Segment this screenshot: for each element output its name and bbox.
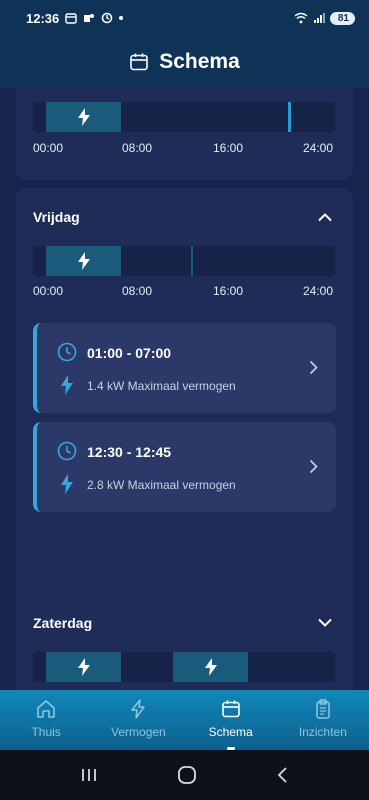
slot-time-range: 01:00 - 07:00 <box>87 345 172 361</box>
day-card-saturday: Zaterdag <box>16 595 353 690</box>
timeline-bar <box>33 246 335 276</box>
status-bar: 12:36 81 <box>0 0 369 36</box>
nav-item-inzichten[interactable]: Inzichten <box>277 690 369 750</box>
schedule-slot[interactable]: 12:30 - 12:45 2.8 kW Maximaal vermogen <box>33 422 336 512</box>
bolt-icon <box>61 375 73 395</box>
status-time: 12:36 <box>26 10 60 26</box>
battery-indicator: 81 <box>329 11 355 25</box>
bolt-icon <box>77 658 90 676</box>
teams-notification-icon <box>84 14 95 22</box>
timeline-marker <box>288 102 291 132</box>
day-title: Zaterdag <box>33 615 93 631</box>
slot-time-range: 12:30 - 12:45 <box>87 444 172 460</box>
back-icon[interactable] <box>276 766 290 784</box>
timeline-segment <box>46 246 121 276</box>
nav-item-thuis[interactable]: Thuis <box>0 690 92 750</box>
timeline-segment <box>46 652 121 682</box>
bolt-icon <box>61 474 73 494</box>
bolt-icon <box>131 699 146 719</box>
slot-power: 2.8 kW Maximaal vermogen <box>87 478 236 492</box>
calendar-icon <box>221 700 240 718</box>
home-icon <box>37 700 55 718</box>
nav-label: Inzichten <box>298 725 347 739</box>
chevron-up-icon[interactable] <box>317 212 333 222</box>
nav-label: Thuis <box>31 725 61 739</box>
timeline-marker <box>191 246 193 276</box>
timeline-segment <box>173 652 248 682</box>
timeline-bar <box>33 102 335 132</box>
timeline-labels: 00:00 08:00 16:00 24:00 <box>33 141 334 155</box>
notification-dot <box>119 16 124 20</box>
bottom-navigation: Thuis Vermogen Schema Inzichten <box>0 690 369 750</box>
calendar-icon <box>130 53 149 71</box>
clipboard-icon <box>316 699 330 719</box>
app-header: Schema <box>0 36 369 88</box>
recent-apps-icon[interactable] <box>80 767 98 783</box>
calendar-notification-icon <box>65 13 77 24</box>
clock-icon <box>57 342 77 362</box>
timeline-bar <box>33 652 335 682</box>
nav-label: Schema <box>208 725 253 739</box>
home-button-icon[interactable] <box>177 765 197 785</box>
timeline-labels: 00:00 08:00 16:00 24:00 <box>33 284 334 298</box>
signal-icon <box>313 13 325 23</box>
wifi-icon <box>294 12 308 24</box>
sync-notification-icon <box>101 12 113 24</box>
day-title: Vrijdag <box>33 209 80 225</box>
nav-item-vermogen[interactable]: Vermogen <box>92 690 184 750</box>
page-title: Schema <box>159 50 240 73</box>
chevron-down-icon[interactable] <box>317 618 333 628</box>
system-navigation <box>0 750 369 800</box>
chevron-right-icon <box>309 459 318 474</box>
bolt-icon <box>204 658 217 676</box>
bolt-icon <box>77 252 90 270</box>
bolt-icon <box>77 108 90 126</box>
slot-power: 1.4 kW Maximaal vermogen <box>87 379 236 393</box>
schedule-slot[interactable]: 01:00 - 07:00 1.4 kW Maximaal vermogen <box>33 323 336 413</box>
day-card-partial: 00:00 08:00 16:00 24:00 <box>16 88 353 180</box>
clock-icon <box>57 441 77 461</box>
nav-label: Vermogen <box>111 725 166 739</box>
nav-item-schema[interactable]: Schema <box>185 690 277 750</box>
chevron-right-icon <box>309 360 318 375</box>
schedule-list[interactable]: 00:00 08:00 16:00 24:00 Vrijdag 00:00 08… <box>0 88 369 690</box>
timeline-segment <box>46 102 121 132</box>
